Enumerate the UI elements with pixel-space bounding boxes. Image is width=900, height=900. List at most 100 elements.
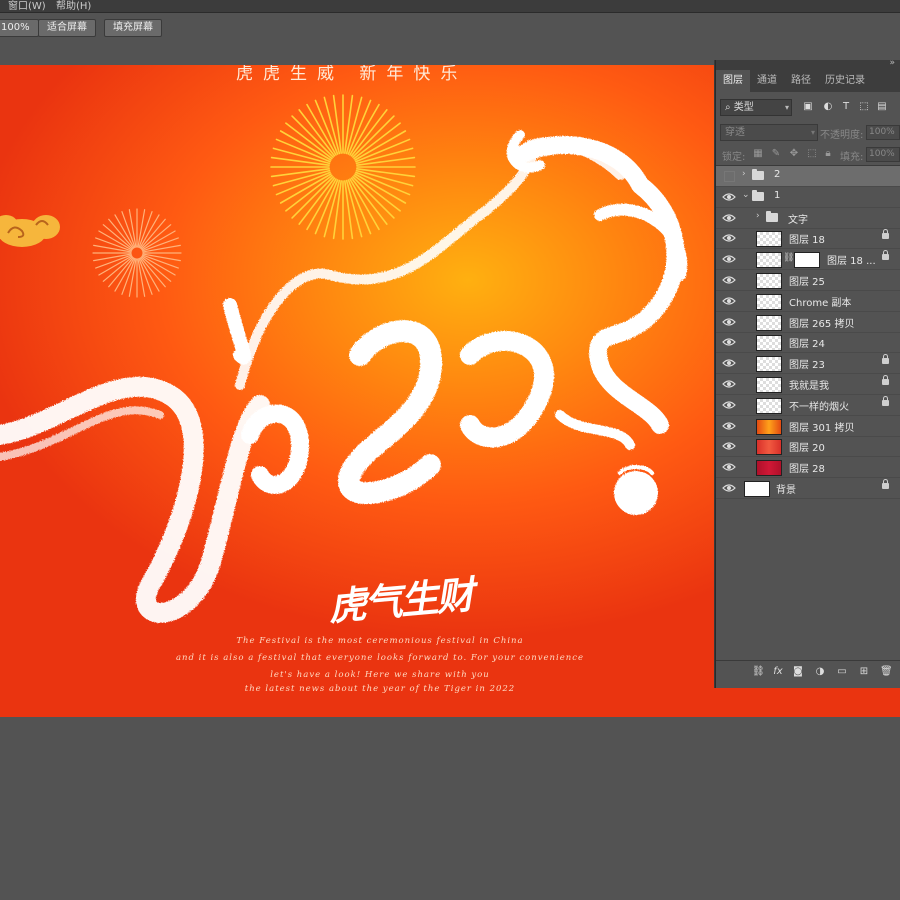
layer-name[interactable]: 不一样的烟火 xyxy=(789,398,849,413)
tab-history[interactable]: 历史记录 xyxy=(818,70,872,92)
layer-row[interactable]: 图层 24 xyxy=(716,332,900,354)
firework-spark xyxy=(279,130,332,161)
blend-mode-select[interactable]: 穿透 ▾ xyxy=(720,124,818,141)
layer-thumbnail xyxy=(756,314,782,331)
layer-thumbnail xyxy=(756,231,782,248)
layer-row[interactable]: 背景 xyxy=(716,478,900,499)
chevron-down-icon: ▾ xyxy=(810,128,815,137)
tab-layers[interactable]: 图层 xyxy=(716,70,750,92)
layer-row[interactable]: › 2 xyxy=(716,166,900,187)
layer-name[interactable]: 图层 18 xyxy=(789,231,825,246)
lock-icon xyxy=(882,375,889,385)
layer-row[interactable]: ⌄ 1 xyxy=(716,187,900,208)
visibility-eye-icon[interactable] xyxy=(722,316,736,328)
layer-name[interactable]: 文字 xyxy=(788,211,808,226)
layer-name[interactable]: 图层 25 xyxy=(789,273,825,288)
link-layers-icon[interactable]: ⛓ xyxy=(752,666,765,678)
visibility-eye-icon[interactable] xyxy=(722,253,736,265)
visibility-eye-icon[interactable] xyxy=(722,378,736,390)
layer-name[interactable]: 图层 28 xyxy=(789,460,825,475)
fill-screen-button[interactable]: 填充屏幕 xyxy=(104,19,162,37)
firework-spark xyxy=(349,103,380,156)
adjustment-filter-icon[interactable]: ◐ xyxy=(822,101,834,113)
lock-artboard-icon[interactable]: ⬚ xyxy=(806,148,818,160)
layer-row[interactable]: 我就是我 xyxy=(716,374,900,395)
layer-name[interactable]: 背景 xyxy=(776,481,796,496)
visibility-eye-icon[interactable] xyxy=(722,336,736,348)
layer-thumbnail xyxy=(756,397,782,414)
tab-paths[interactable]: 路径 xyxy=(784,70,818,92)
layer-row[interactable]: › 文字 xyxy=(716,208,900,229)
layer-name[interactable]: 图层 20 xyxy=(789,439,825,454)
layer-name[interactable]: 图层 265 拷贝 xyxy=(789,315,854,330)
layer-row[interactable]: 图层 28 xyxy=(716,457,900,479)
visibility-eye-icon[interactable] xyxy=(722,232,736,244)
smart-object-filter-icon[interactable]: ▤ xyxy=(876,101,888,113)
new-layer-icon[interactable]: ⊞ xyxy=(858,666,870,678)
delete-layer-icon[interactable]: 🗑︎ xyxy=(880,666,893,678)
layer-row[interactable]: Chrome 副本 xyxy=(716,291,900,312)
layer-mask-thumbnail[interactable] xyxy=(794,252,820,269)
add-mask-icon[interactable]: ◙ xyxy=(792,666,804,678)
visibility-eye-icon[interactable] xyxy=(722,274,736,286)
layer-row[interactable]: ⛓ 图层 18 ... xyxy=(716,249,900,271)
image-filter-icon[interactable]: ▣ xyxy=(802,101,814,113)
menu-window[interactable]: 窗口(W) xyxy=(8,0,46,12)
chevron-down-icon[interactable]: ⌄ xyxy=(742,190,750,200)
layer-row[interactable]: 图层 20 xyxy=(716,436,900,458)
layer-row[interactable]: 图层 18 xyxy=(716,228,900,250)
poster-english-line-4: the latest news about the year of the Ti… xyxy=(244,684,516,694)
fx-icon[interactable]: fx xyxy=(772,666,784,678)
visibility-eye-icon[interactable] xyxy=(722,357,736,369)
visibility-eye-icon[interactable] xyxy=(722,295,736,307)
visibility-eye-icon[interactable] xyxy=(722,191,736,203)
firework-spark xyxy=(291,115,334,158)
fill-label: 填充: xyxy=(840,152,864,163)
opacity-input[interactable]: 100% xyxy=(866,125,900,140)
filter-kind-select[interactable]: ⌕ 类型 ▾ xyxy=(720,99,792,116)
layer-row[interactable]: 图层 265 拷贝 xyxy=(716,312,900,333)
new-group-icon[interactable]: ▭ xyxy=(836,666,848,678)
fill-input[interactable]: 100% xyxy=(866,147,900,162)
adjustment-layer-icon[interactable]: ◑ xyxy=(814,666,826,678)
lock-position-icon[interactable]: ✥ xyxy=(788,148,800,160)
layer-name[interactable]: 图层 301 拷贝 xyxy=(789,419,854,434)
layer-row[interactable]: 不一样的烟火 xyxy=(716,395,900,416)
lock-transparency-icon[interactable]: ▦ xyxy=(752,148,764,160)
menu-help[interactable]: 帮助(H) xyxy=(56,0,91,12)
layer-name[interactable]: 图层 18 ... xyxy=(827,252,876,267)
layer-row[interactable]: 图层 25 xyxy=(716,270,900,291)
poster-english-line-3: let's have a look! Here we share with yo… xyxy=(270,670,490,680)
visibility-toggle-empty[interactable] xyxy=(724,171,735,182)
layer-name[interactable]: 图层 24 xyxy=(789,335,825,350)
shape-filter-icon[interactable]: ⬚ xyxy=(858,101,870,113)
lock-all-icon[interactable]: 🔒︎ xyxy=(822,148,834,160)
visibility-eye-icon[interactable] xyxy=(722,212,736,224)
fit-screen-button[interactable]: 适合屏幕 xyxy=(38,19,96,37)
panel-tabs: 图层 通道 路径 历史记录 xyxy=(716,70,900,92)
visibility-eye-icon[interactable] xyxy=(722,482,736,494)
visibility-eye-icon[interactable] xyxy=(722,440,736,452)
mask-link-icon[interactable]: ⛓ xyxy=(783,253,794,263)
tab-channels[interactable]: 通道 xyxy=(750,70,784,92)
menu-bar: 窗口(W) 帮助(H) xyxy=(0,0,900,12)
visibility-eye-icon[interactable] xyxy=(722,461,736,473)
chevron-right-icon[interactable]: › xyxy=(742,169,746,179)
collapse-panel-icon[interactable]: » xyxy=(889,58,895,68)
lock-pixels-icon[interactable]: ✎ xyxy=(770,148,782,160)
layer-name[interactable]: 图层 23 xyxy=(789,356,825,371)
type-filter-icon[interactable]: T xyxy=(840,101,852,113)
zoom-100-button[interactable]: 100% xyxy=(0,19,39,37)
layer-row[interactable]: 图层 23 xyxy=(716,353,900,375)
layer-name[interactable]: 1 xyxy=(774,190,780,201)
firework-spark xyxy=(291,176,334,219)
firework-spark xyxy=(352,176,395,219)
visibility-eye-icon[interactable] xyxy=(722,399,736,411)
chevron-right-icon[interactable]: › xyxy=(756,211,760,221)
visibility-eye-icon[interactable] xyxy=(722,420,736,432)
layer-name[interactable]: 2 xyxy=(774,169,780,180)
layer-name[interactable]: 我就是我 xyxy=(789,377,829,392)
layer-name[interactable]: Chrome 副本 xyxy=(789,294,851,309)
lock-icon xyxy=(882,354,889,365)
layer-row[interactable]: 图层 301 拷贝 xyxy=(716,416,900,437)
